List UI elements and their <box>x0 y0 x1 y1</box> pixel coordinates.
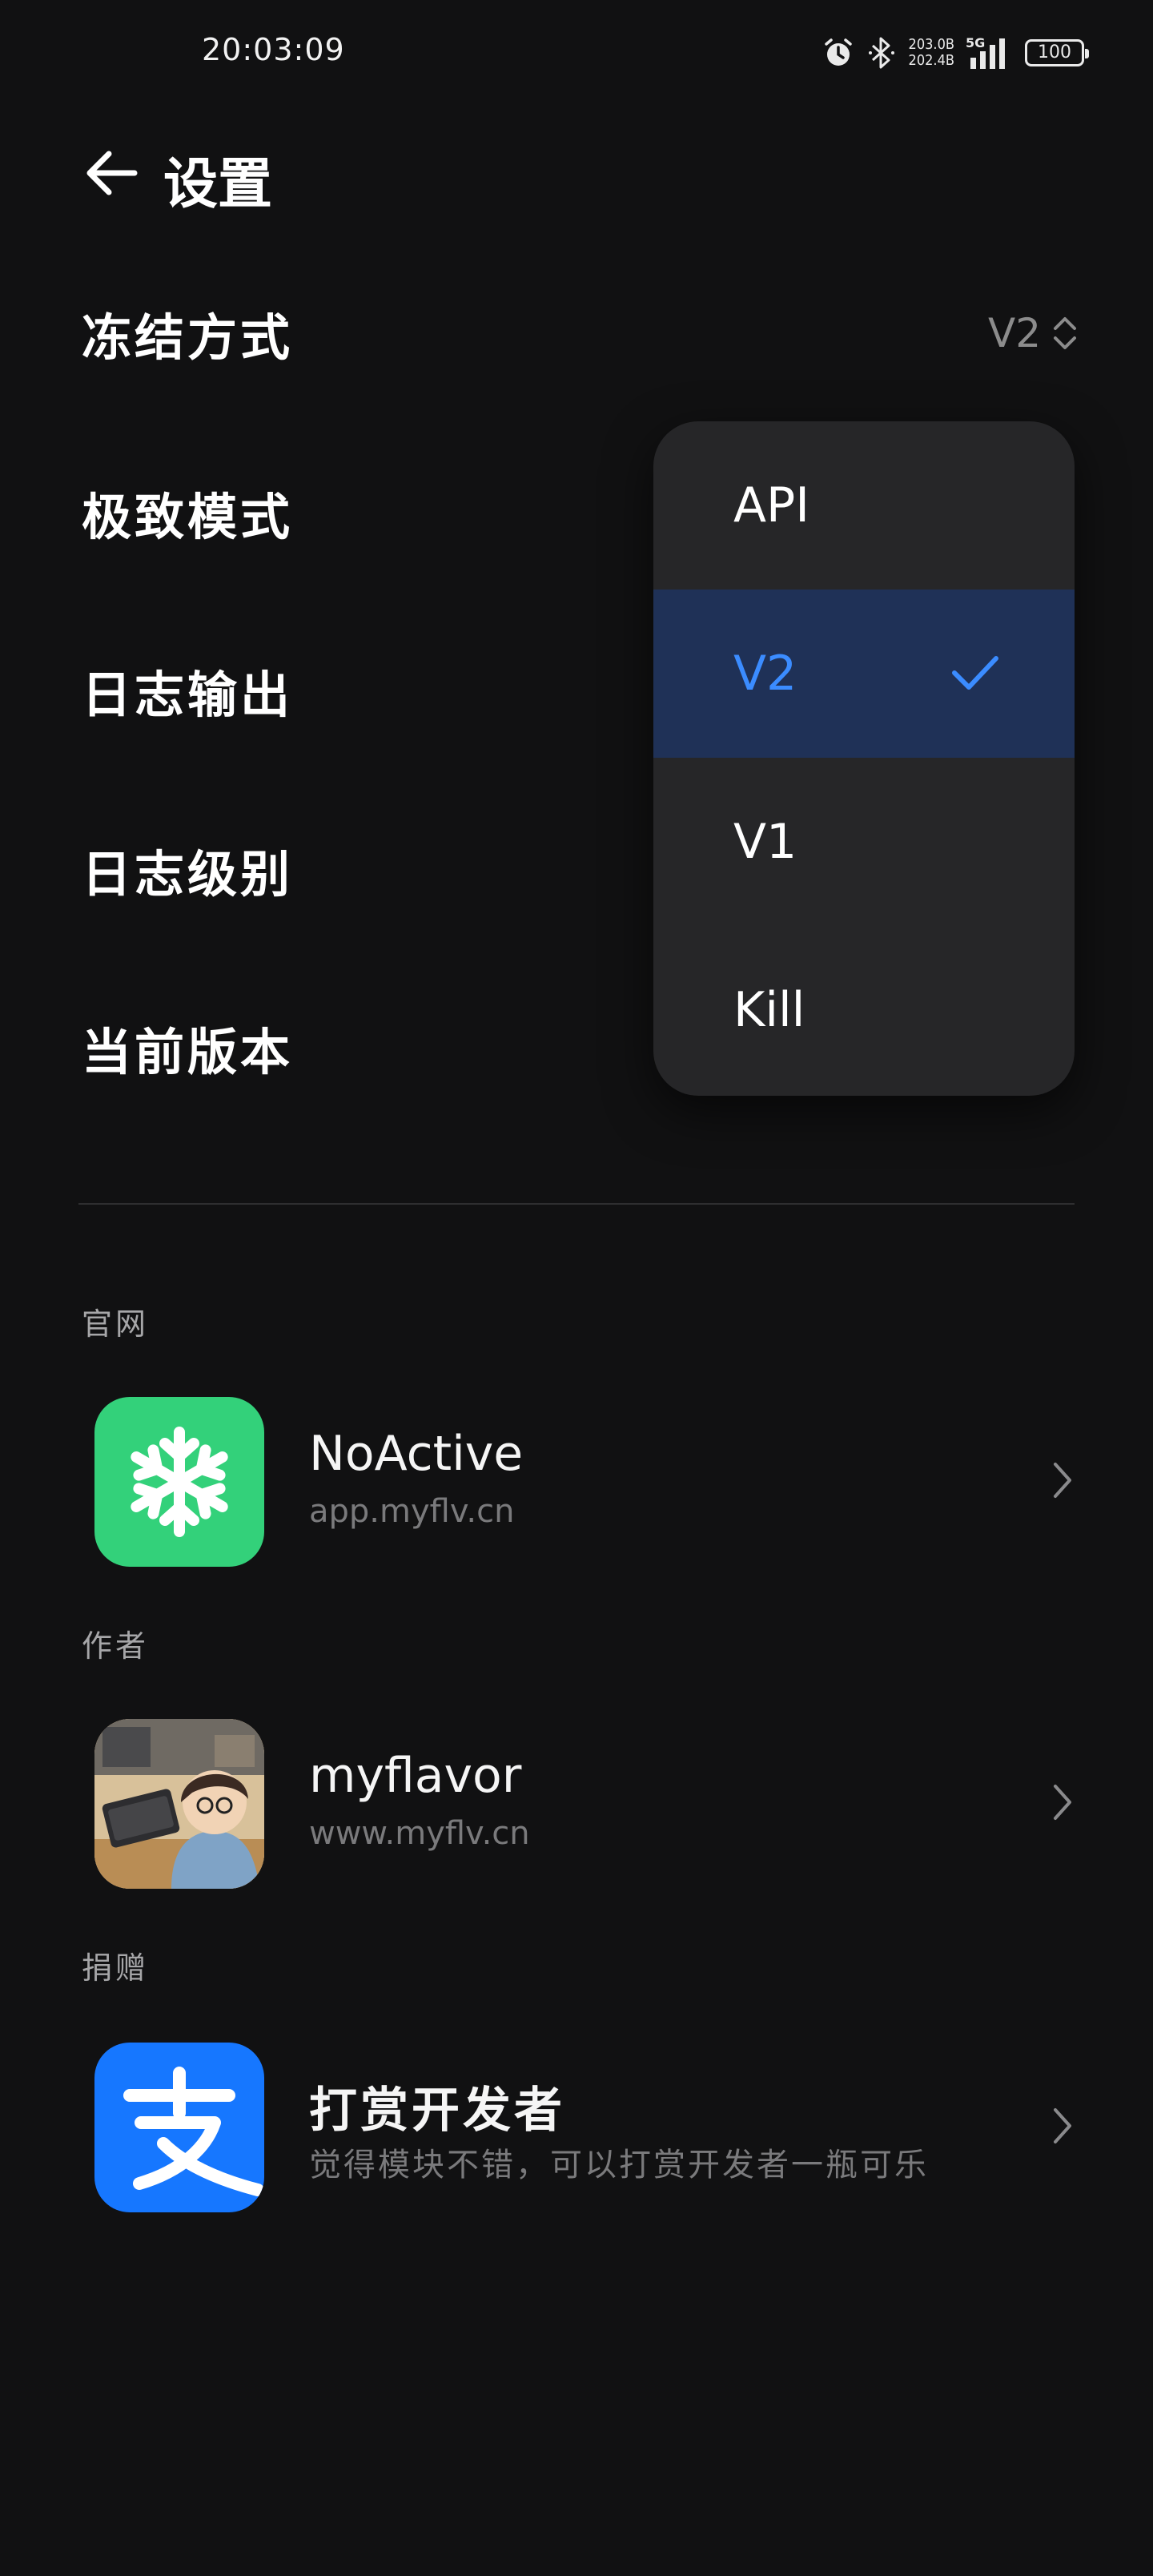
dropdown-option-kill[interactable]: Kill <box>653 926 1075 1094</box>
snowflake-icon <box>94 1397 264 1567</box>
dropdown-option-label: V2 <box>733 646 797 702</box>
setting-label: 日志级别 <box>82 845 294 904</box>
website-link[interactable]: NoActive app.myflv.cn <box>0 1397 1153 1589</box>
chevron-right-icon <box>1054 1463 1071 1498</box>
battery-level: 100 <box>1038 42 1071 62</box>
setting-label: 当前版本 <box>82 1023 294 1081</box>
freeze-mode-dropdown: API V2 V1 Kill <box>653 421 1075 1096</box>
alipay-icon <box>94 2043 264 2212</box>
net-speed-down: 202.4B <box>908 52 954 69</box>
dropdown-option-label: API <box>733 477 810 533</box>
dropdown-option-v2[interactable]: V2 <box>653 590 1075 758</box>
settings-page: 20:03:09 203.0B 202.4B 5G 100 设置 冻结方式 V2… <box>0 0 1153 2576</box>
chevron-right-icon <box>1054 2108 1071 2143</box>
dropdown-option-label: V1 <box>733 814 797 870</box>
status-bar: 20:03:09 203.0B 202.4B 5G 100 <box>0 0 1153 104</box>
arrow-left-icon[interactable] <box>85 149 138 197</box>
author-url: www.myflv.cn <box>309 1815 530 1852</box>
website-url: app.myflv.cn <box>309 1493 515 1530</box>
section-label-website: 官网 <box>82 1306 150 1342</box>
author-name: myflavor <box>309 1748 522 1804</box>
divider <box>78 1203 1075 1205</box>
setting-freeze-mode[interactable]: 冻结方式 V2 <box>0 253 1153 413</box>
chevron-right-icon <box>1054 1785 1071 1820</box>
setting-label: 日志输出 <box>82 666 294 724</box>
dropdown-option-v1[interactable]: V1 <box>653 758 1075 926</box>
signal-icon: 5G <box>966 35 1014 70</box>
donate-link[interactable]: 打赏开发者 觉得模块不错，可以打赏开发者一瓶可乐 <box>0 2043 1153 2235</box>
status-time: 20:03:09 <box>202 32 345 67</box>
donate-description: 觉得模块不错，可以打赏开发者一瓶可乐 <box>309 2147 929 2184</box>
setting-label: 冻结方式 <box>82 308 294 367</box>
bluetooth-icon <box>868 37 894 69</box>
author-link[interactable]: myflavor www.myflv.cn <box>0 1719 1153 1911</box>
freeze-mode-value-text: V2 <box>987 310 1041 356</box>
setting-label: 极致模式 <box>82 488 294 546</box>
dropdown-option-api[interactable]: API <box>653 421 1075 590</box>
app-header: 设置 <box>0 128 1153 216</box>
network-speed: 203.0B 202.4B <box>909 37 954 69</box>
section-label-donate: 捐赠 <box>82 1950 150 1986</box>
avatar <box>94 1719 264 1889</box>
page-title: 设置 <box>163 152 273 216</box>
check-icon <box>952 656 998 690</box>
alarm-icon <box>824 38 852 66</box>
freeze-mode-value[interactable]: V2 <box>988 310 1078 356</box>
net-speed-up: 203.0B <box>908 36 954 53</box>
website-title: NoActive <box>309 1426 524 1482</box>
status-icons: 203.0B 202.4B 5G 100 <box>822 30 1089 75</box>
chevron-up-down-icon <box>1054 317 1076 349</box>
dropdown-option-label: Kill <box>733 982 805 1038</box>
battery-icon: 100 <box>1025 39 1089 66</box>
donate-title: 打赏开发者 <box>309 2083 565 2139</box>
section-label-author: 作者 <box>82 1628 150 1664</box>
